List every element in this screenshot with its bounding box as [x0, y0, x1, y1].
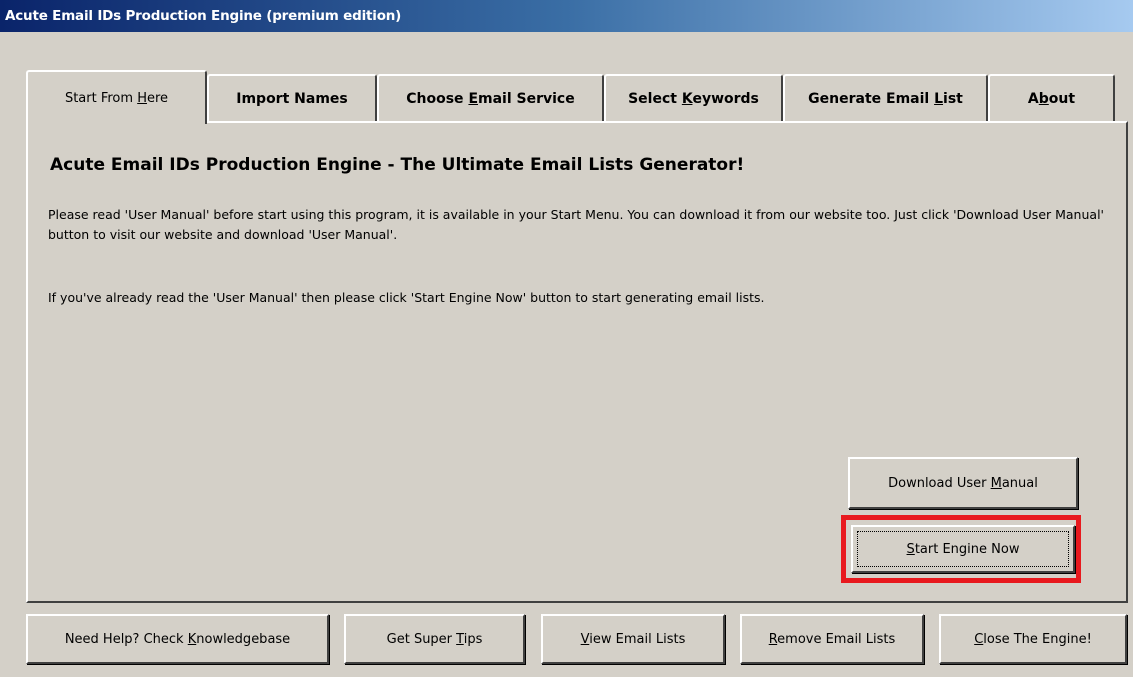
remove-email-lists-button[interactable]: Remove Email Lists [740, 614, 924, 664]
tab-label: Select Keywords [628, 91, 759, 107]
download-user-manual-button[interactable]: Download User Manual [848, 457, 1078, 509]
instructions-paragraph: Please read 'User Manual' before start u… [48, 207, 1104, 242]
tab-label: Start From Here [64, 90, 169, 106]
button-label: Close The Engine! [974, 631, 1092, 647]
close-engine-button[interactable]: Close The Engine! [939, 614, 1127, 664]
tab-choose-email-service[interactable]: Choose Email Service [377, 74, 604, 122]
tab-label: Import Names [236, 91, 348, 107]
tab-generate-email-list[interactable]: Generate Email List [783, 74, 988, 122]
highlight-box [841, 515, 1081, 583]
button-label: View Email Lists [580, 631, 686, 647]
start-instructions-paragraph: If you've already read the 'User Manual'… [48, 290, 765, 305]
button-label: Get Super Tips [386, 631, 483, 647]
window-title: Acute Email IDs Production Engine (premi… [0, 0, 1133, 32]
button-label: Need Help? Check Knowledgebase [64, 631, 291, 647]
button-label: Remove Email Lists [768, 631, 896, 647]
tab-about[interactable]: About [988, 74, 1115, 122]
tab-label: Generate Email List [808, 91, 963, 107]
tab-label: About [1027, 91, 1076, 107]
tab-label: Choose Email Service [406, 91, 575, 107]
knowledgebase-button[interactable]: Need Help? Check Knowledgebase [26, 614, 329, 664]
tab-start-from-here[interactable]: Start From Here [26, 70, 207, 124]
tab-select-keywords[interactable]: Select Keywords [604, 74, 783, 122]
button-label: Download User Manual [888, 475, 1038, 491]
tab-import-names[interactable]: Import Names [207, 74, 377, 122]
super-tips-button[interactable]: Get Super Tips [344, 614, 525, 664]
page-heading: Acute Email IDs Production Engine - The … [50, 155, 745, 175]
view-email-lists-button[interactable]: View Email Lists [541, 614, 725, 664]
